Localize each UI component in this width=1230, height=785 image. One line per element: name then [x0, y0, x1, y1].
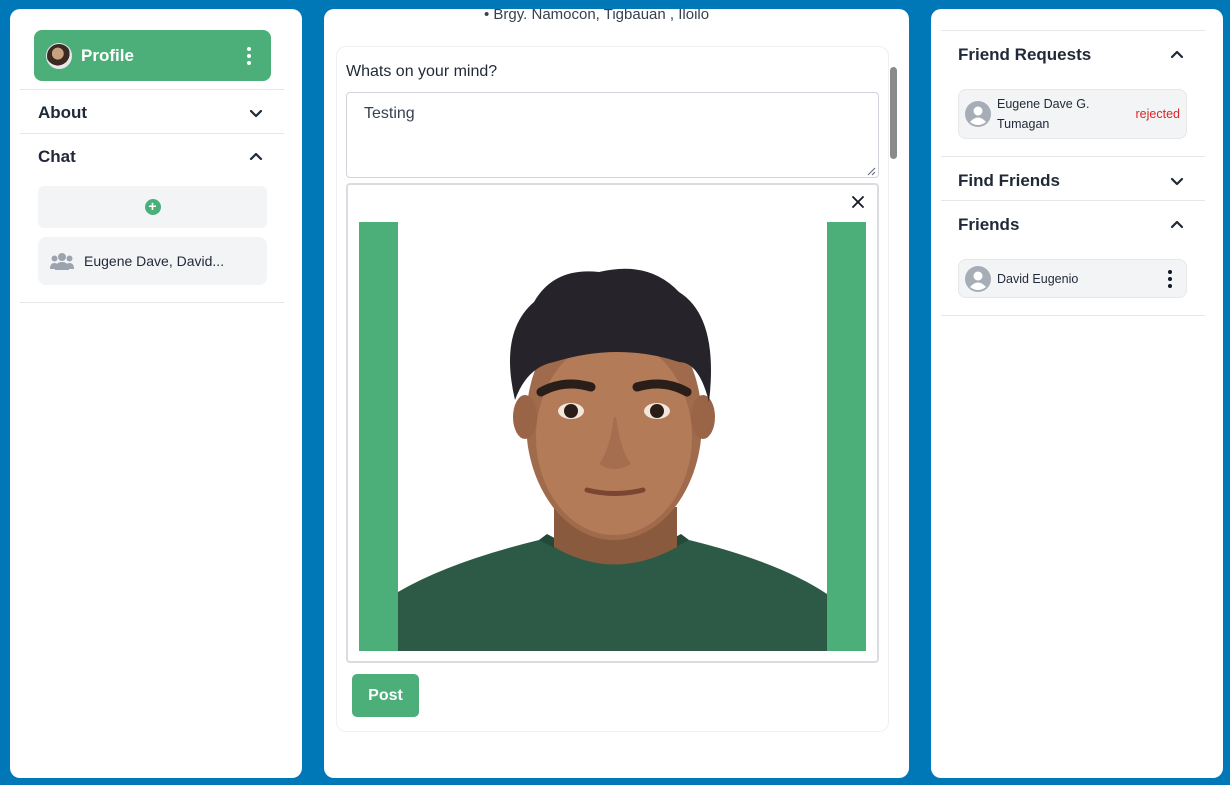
- uploaded-photo: [359, 222, 866, 651]
- chat-label: Chat: [38, 147, 76, 166]
- profile-label: Profile: [81, 45, 134, 65]
- user-icon: [965, 101, 991, 127]
- location-text: • Brgy. Namocon, Tigbauan , Iloilo: [484, 9, 710, 23]
- new-chat-button[interactable]: +: [38, 186, 267, 228]
- post-button[interactable]: Post: [352, 674, 419, 717]
- friend-name: David Eugenio: [997, 271, 1079, 286]
- chevron-up-icon: [1170, 218, 1184, 232]
- chevron-down-icon: [1170, 174, 1184, 188]
- scrollbar[interactable]: [890, 67, 897, 159]
- divider: [941, 200, 1205, 201]
- post-prompt-label: Whats on your mind?: [346, 63, 498, 80]
- chat-section-header[interactable]: Chat: [38, 146, 263, 168]
- chat-list-item[interactable]: Eugene Dave, David...: [38, 237, 267, 285]
- right-sidebar: Friend Requests Eugene Dave G. Tumagan r…: [931, 9, 1223, 778]
- find-friends-header[interactable]: Find Friends: [958, 170, 1184, 192]
- kebab-icon[interactable]: [1160, 269, 1180, 289]
- friends-title: Friends: [958, 215, 1020, 234]
- profile-button[interactable]: Profile: [34, 30, 271, 81]
- find-friends-title: Find Friends: [958, 171, 1060, 190]
- chevron-up-icon: [249, 150, 263, 164]
- post-textarea[interactable]: Testing: [346, 92, 879, 178]
- avatar: [46, 42, 72, 69]
- user-icon: [965, 265, 991, 292]
- status-badge: rejected: [1135, 107, 1180, 121]
- resize-grip-icon[interactable]: [866, 166, 876, 176]
- about-section-header[interactable]: About: [38, 102, 263, 124]
- image-preview: [346, 183, 879, 663]
- divider: [20, 302, 284, 303]
- friends-header[interactable]: Friends: [958, 214, 1184, 236]
- group-icon: [50, 253, 74, 270]
- friend-list-item[interactable]: David Eugenio: [958, 259, 1187, 298]
- chevron-up-icon: [1170, 48, 1184, 62]
- friend-requests-title: Friend Requests: [958, 45, 1092, 64]
- chat-name: Eugene Dave, David...: [84, 253, 225, 269]
- divider: [20, 133, 284, 134]
- request-name: Eugene Dave G. Tumagan: [997, 97, 1090, 131]
- close-icon[interactable]: [851, 195, 865, 209]
- post-composer-panel: • Brgy. Namocon, Tigbauan , Iloilo Whats…: [324, 9, 909, 778]
- divider: [941, 315, 1205, 316]
- plus-icon: +: [144, 199, 161, 215]
- kebab-icon[interactable]: [239, 46, 259, 66]
- divider: [941, 156, 1205, 157]
- friend-requests-header[interactable]: Friend Requests: [958, 44, 1184, 66]
- left-sidebar: Profile About Chat + Eugene Dave, David.…: [10, 9, 302, 778]
- divider: [20, 89, 284, 90]
- friend-request-item[interactable]: Eugene Dave G. Tumagan rejected: [958, 89, 1187, 139]
- about-label: About: [38, 103, 88, 122]
- chevron-down-icon: [249, 106, 263, 120]
- divider: [941, 30, 1205, 31]
